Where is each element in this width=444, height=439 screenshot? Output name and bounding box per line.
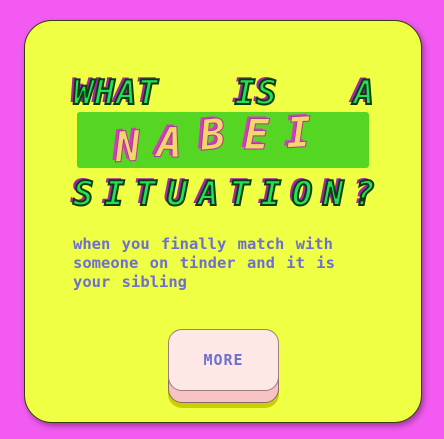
headline-line-3: S I T U A T I O N ? (72, 173, 376, 215)
headline-letter: I (260, 173, 283, 215)
featured-word-letter: I (284, 107, 313, 158)
headline-letter: S (72, 173, 95, 215)
headline-letter: T (135, 173, 158, 215)
headline-line-1: WHAT IS A (72, 72, 375, 114)
headline-word-what: WHAT (72, 72, 159, 114)
headline-letter: ? (353, 173, 376, 215)
headline-letter: T (228, 173, 251, 215)
headline-letter: I (103, 173, 126, 215)
headline-letter: A (197, 173, 220, 215)
featured-word-letter: B (197, 108, 228, 161)
headline-word-is: IS (234, 72, 278, 114)
headline-letter: O (291, 173, 314, 215)
featured-word-letter: E (243, 110, 270, 160)
featured-word-highlight: N A B E I (77, 107, 369, 172)
definition-text: when you finally match with someone on t… (73, 235, 335, 291)
featured-word-letter: N (113, 121, 143, 173)
headline-word-a: A (352, 72, 375, 114)
featured-word-letter: A (156, 117, 184, 168)
word-card: WHAT IS A N A B E I S I T U A T I O N ? … (24, 20, 422, 423)
more-button[interactable]: MORE (168, 329, 279, 391)
headline-letter: N (322, 173, 345, 215)
headline-letter: U (166, 173, 189, 215)
